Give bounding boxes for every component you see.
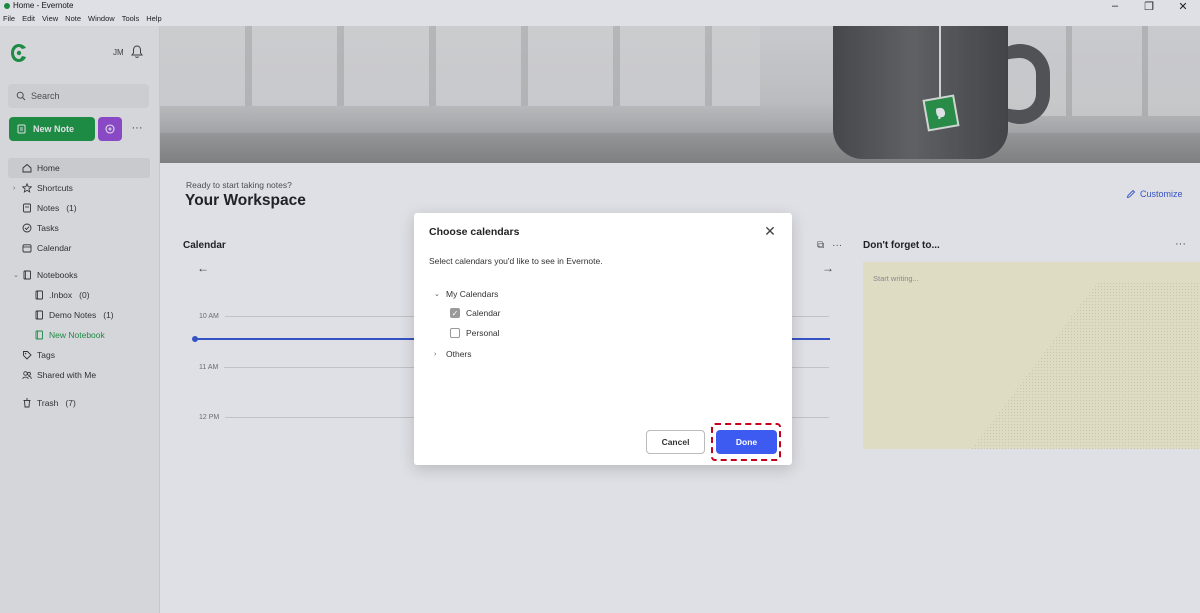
choose-calendars-dialog: Choose calendars ✕ Select calendars you'…: [414, 213, 792, 465]
close-icon[interactable]: ✕: [763, 223, 777, 240]
calendar-option-label: Calendar: [466, 308, 501, 318]
calendar-option-label: Personal: [466, 328, 500, 338]
chevron-down-icon[interactable]: ⌄: [434, 290, 440, 298]
dialog-description: Select calendars you'd like to see in Ev…: [429, 256, 603, 266]
chevron-right-icon[interactable]: ›: [434, 351, 440, 358]
checkbox-checked[interactable]: ✓: [450, 308, 460, 318]
done-button-highlight-annotation: [711, 423, 781, 461]
calendar-option-calendar[interactable]: ✓ Calendar: [450, 308, 501, 318]
group-my-calendars[interactable]: ⌄ My Calendars: [434, 289, 498, 299]
checkbox-unchecked[interactable]: [450, 328, 460, 338]
cancel-button[interactable]: Cancel: [646, 430, 705, 454]
calendar-option-personal[interactable]: Personal: [450, 328, 500, 338]
group-others[interactable]: › Others: [434, 349, 472, 359]
group-label: My Calendars: [446, 289, 499, 299]
group-label: Others: [446, 349, 472, 359]
dialog-title: Choose calendars: [429, 226, 520, 238]
